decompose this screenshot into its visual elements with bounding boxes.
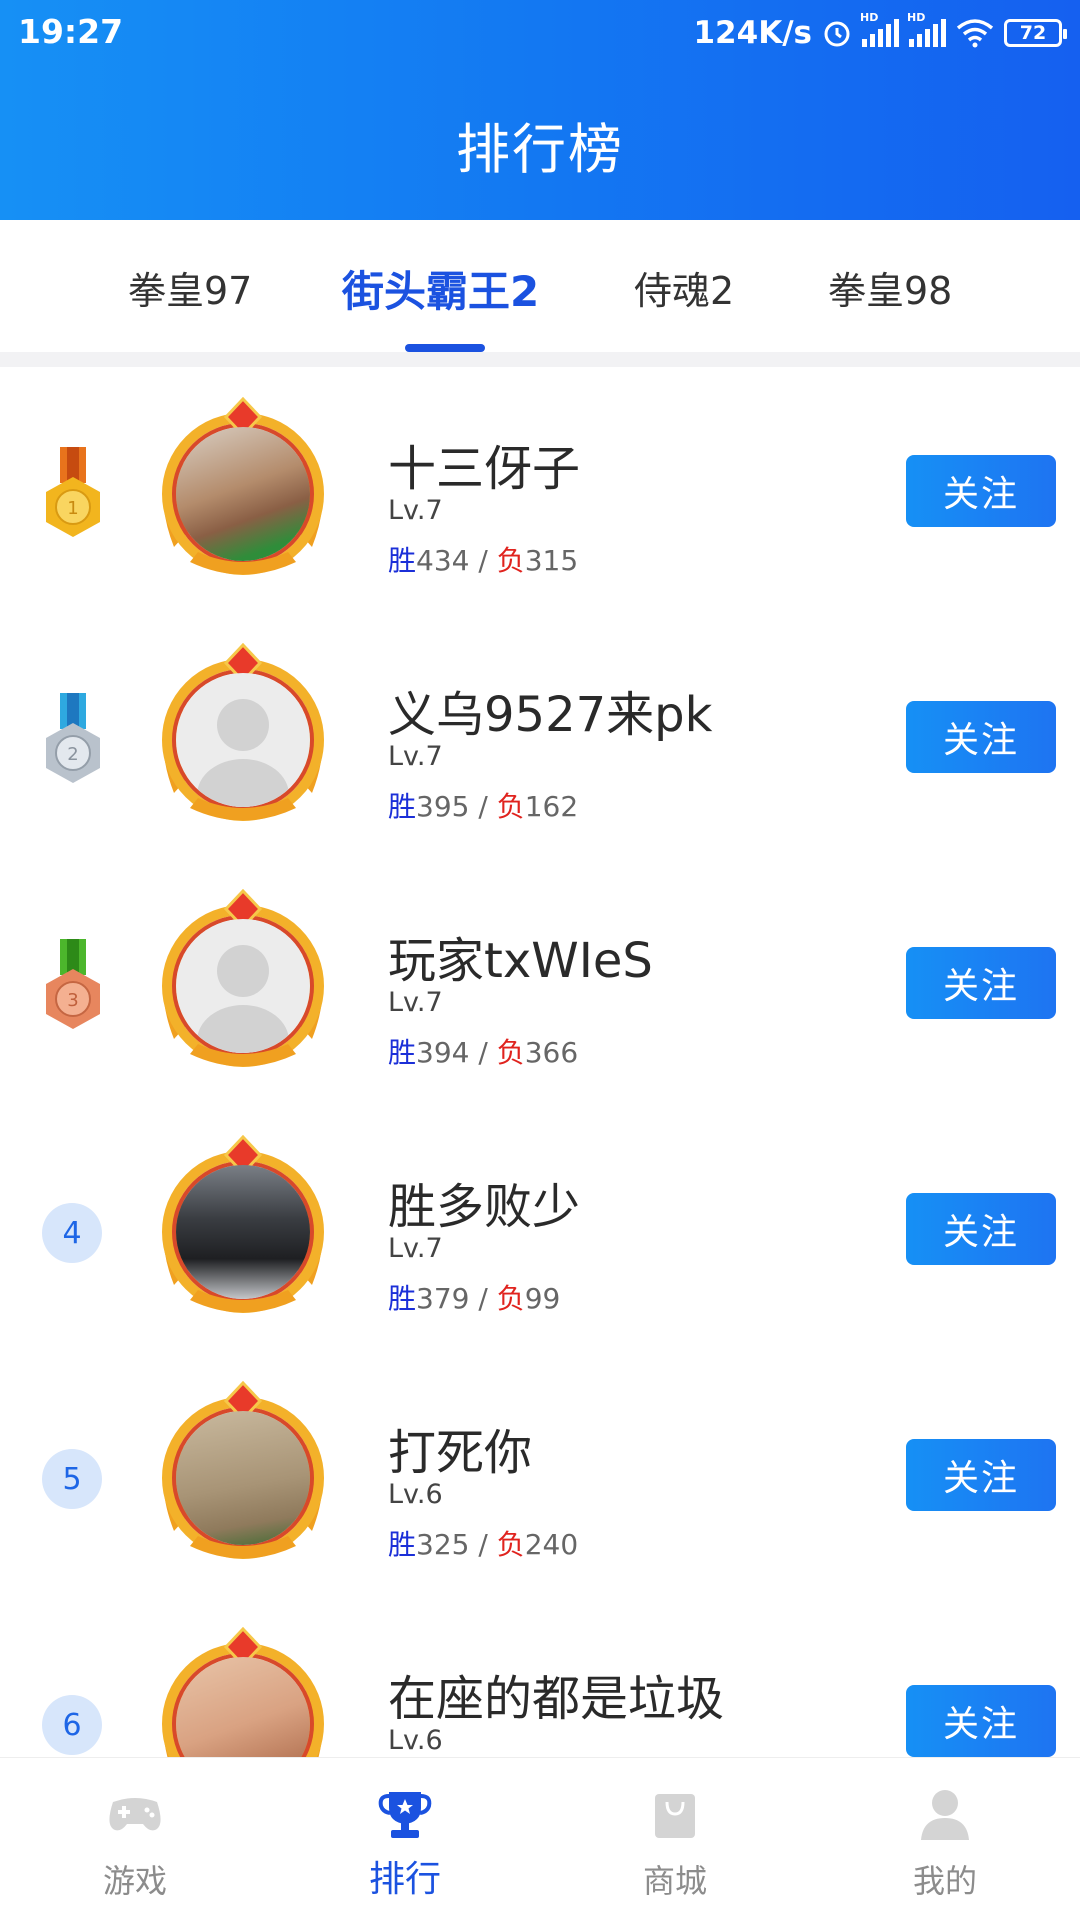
trophy-icon (378, 1792, 432, 1838)
svg-text:1: 1 (67, 498, 78, 519)
ranking-row[interactable]: 4 胜多败少 Lv.7 胜379 / 负99 关注 (0, 1105, 1080, 1351)
player-level: Lv.6 (388, 1479, 443, 1510)
player-name: 胜多败少 (388, 1179, 581, 1235)
win-loss-record: 胜379 / 负99 (388, 1282, 561, 1315)
signal-icon-2: HD (907, 11, 946, 47)
ranking-row[interactable]: 3 玩家txWIeS Lv.7 胜394 / 负366 关注 (0, 859, 1080, 1105)
alarm-icon (824, 21, 850, 47)
ranking-row[interactable]: 1 十三伢子 Lv.7 胜434 / 负315 关注 (0, 367, 1080, 613)
rank-number: 6 (42, 1695, 102, 1755)
avatar[interactable] (150, 1135, 336, 1321)
player-level: Lv.7 (388, 987, 443, 1018)
svg-text:3: 3 (67, 990, 78, 1011)
active-tab-indicator (405, 344, 485, 352)
nav-label: 商城 (642, 1862, 707, 1900)
player-level: Lv.7 (388, 1233, 443, 1264)
follow-button[interactable]: 关注 (906, 1685, 1056, 1757)
follow-button[interactable]: 关注 (906, 701, 1056, 773)
bottom-navigation: 游戏 排行 商城 我的 (0, 1757, 1080, 1920)
gold-medal-icon: 1 (46, 447, 100, 537)
follow-button[interactable]: 关注 (906, 947, 1056, 1019)
default-avatar-icon (176, 919, 310, 1053)
ranking-row[interactable]: 2 义乌9527来pk Lv.7 胜395 / 负162 关注 (0, 613, 1080, 859)
avatar[interactable] (150, 397, 336, 583)
win-loss-record: 胜325 / 负240 (388, 1528, 579, 1561)
player-level: Lv.6 (388, 1725, 443, 1756)
player-name: 十三伢子 (388, 441, 581, 497)
player-name: 在座的都是垃圾 (388, 1671, 725, 1727)
win-loss-record: 胜434 / 负315 (388, 544, 579, 577)
rank-number: 4 (42, 1203, 102, 1263)
section-divider (0, 352, 1080, 367)
nav-item-shop[interactable]: 商城 (540, 1758, 810, 1921)
player-level: Lv.7 (388, 495, 443, 526)
nav-item-profile[interactable]: 我的 (810, 1758, 1080, 1921)
nav-item-games[interactable]: 游戏 (0, 1758, 270, 1921)
status-time: 19:27 (18, 12, 124, 51)
rank-number: 5 (42, 1449, 102, 1509)
avatar[interactable] (150, 1381, 336, 1567)
network-speed: 124K/s (693, 15, 812, 51)
player-name: 打死你 (388, 1425, 533, 1481)
nav-label: 我的 (912, 1862, 977, 1900)
follow-button[interactable]: 关注 (906, 455, 1056, 527)
ranking-row[interactable]: 6 在座的都是垃圾 Lv.6 关注 (0, 1597, 1080, 1757)
player-name: 义乌9527来pk (388, 687, 713, 743)
tab-street-fighter-2[interactable]: 街头霸王2 (342, 258, 539, 319)
player-level: Lv.7 (388, 741, 443, 772)
bronze-medal-icon: 3 (46, 939, 100, 1029)
avatar[interactable] (150, 1627, 336, 1757)
tab-kof97[interactable]: 拳皇97 (128, 260, 252, 315)
gamepad-icon (109, 1798, 161, 1831)
avatar-photo (176, 1165, 310, 1299)
follow-button[interactable]: 关注 (906, 1193, 1056, 1265)
avatar-photo (176, 427, 310, 561)
tab-kof98[interactable]: 拳皇98 (828, 260, 952, 315)
tab-samurai-shodown-2[interactable]: 侍魂2 (634, 260, 734, 315)
avatar[interactable] (150, 643, 336, 829)
game-tabs: 拳皇97 街头霸王2 侍魂2 拳皇98 (0, 220, 1080, 352)
nav-label: 排行 (368, 1859, 441, 1900)
svg-text:2: 2 (67, 744, 78, 765)
default-avatar-icon (176, 673, 310, 807)
battery-icon: 72 (1004, 19, 1067, 47)
wifi-icon (956, 19, 994, 48)
status-bar: 19:27 124K/s HD HD 72 (0, 0, 1080, 66)
follow-button[interactable]: 关注 (906, 1439, 1056, 1511)
silver-medal-icon: 2 (46, 693, 100, 783)
ranking-row[interactable]: 5 打死你 Lv.6 胜325 / 负240 关注 (0, 1351, 1080, 1597)
win-loss-record: 胜394 / 负366 (388, 1036, 579, 1069)
win-loss-record: 胜395 / 负162 (388, 790, 579, 823)
nav-label: 游戏 (102, 1862, 167, 1900)
status-icons: 124K/s HD HD 72 (693, 11, 1067, 54)
shop-bag-icon (655, 1794, 695, 1838)
ranking-list[interactable]: 1 十三伢子 Lv.7 胜434 / 负315 关注 2 义乌9527来pk L… (0, 367, 1080, 1757)
avatar[interactable] (150, 889, 336, 1075)
player-name: 玩家txWIeS (388, 933, 653, 989)
signal-icon: HD (860, 11, 899, 47)
user-icon (921, 1790, 969, 1840)
app-header: 19:27 124K/s HD HD 72 排行榜 (0, 0, 1080, 220)
nav-item-ranking[interactable]: 排行 (270, 1758, 540, 1921)
page-title: 排行榜 (456, 118, 624, 181)
avatar-photo (176, 1411, 310, 1545)
